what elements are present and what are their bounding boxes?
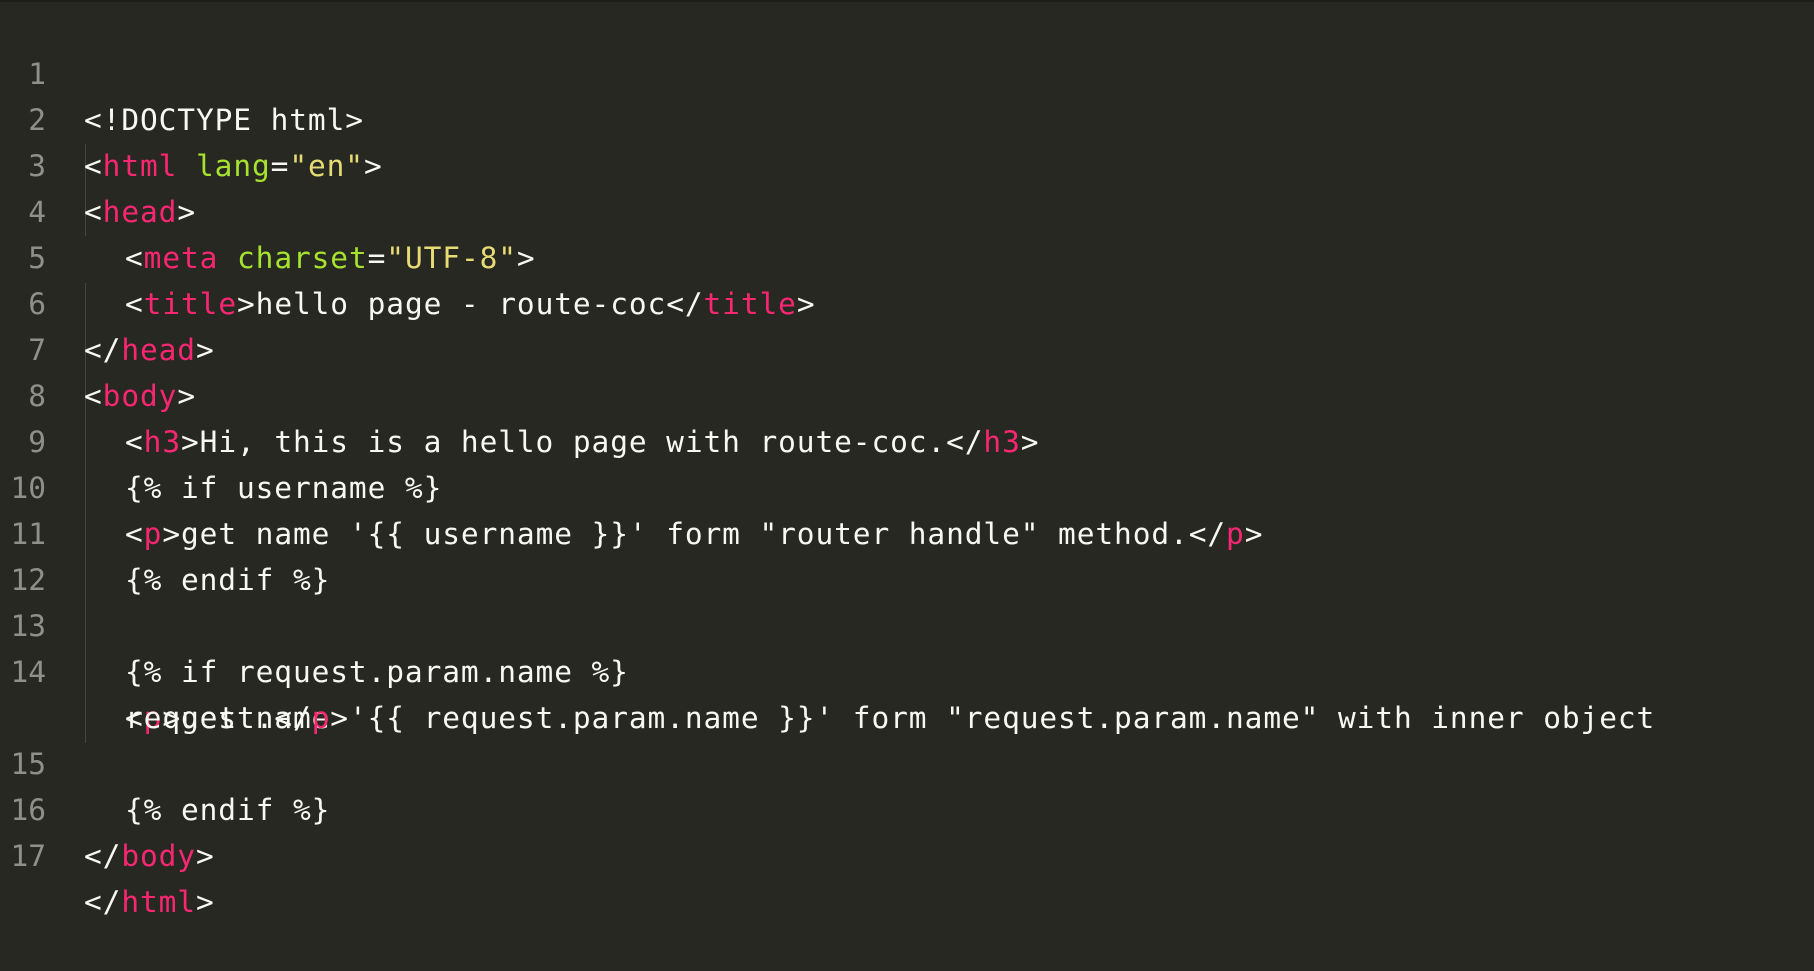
text-token: Hi, this is a hello page with route-coc. <box>199 425 947 459</box>
bracket-token: > <box>796 287 816 321</box>
code-line-10[interactable]: 10 <p>get name '{{ username }}' form "ro… <box>0 419 1262 551</box>
bracket-token: > <box>181 425 200 459</box>
bracket-token: </ <box>274 701 312 735</box>
code-line-16[interactable]: 16 </body> <box>0 741 213 873</box>
bracket-token: </ <box>666 287 704 321</box>
line-code: <title>hello page - route-coc</title> <box>125 281 816 327</box>
bracket-token: > <box>162 517 182 551</box>
code-line-6[interactable]: 6 </head> <box>0 235 214 367</box>
code-line-11[interactable]: 11 {% endif %} <box>0 465 329 597</box>
tag-token: p <box>143 517 163 551</box>
line-code: <!DOCTYPE html> <box>84 97 364 143</box>
bracket-token: </ <box>84 885 122 919</box>
code-line-7[interactable]: 7 <body> <box>0 281 195 413</box>
editor-top-border <box>0 0 1814 2</box>
bracket-token: > <box>236 287 256 321</box>
text-token: hello page - route-coc <box>255 287 667 321</box>
bracket-token: < <box>84 379 103 413</box>
line-code: {% endif %} <box>125 557 330 603</box>
code-line-15[interactable]: 15 {% endif %} <box>0 695 329 827</box>
line-code: {% endif %} <box>125 787 330 833</box>
line-code: </body> <box>84 833 215 879</box>
line-code: {% if request.param.name %} <box>125 649 629 695</box>
code-line-1[interactable]: 1 <!DOCTYPE html> <box>0 5 363 137</box>
bracket-token: < <box>125 287 144 321</box>
string-token: "en" <box>289 149 364 183</box>
bracket-token: </ <box>1188 517 1227 551</box>
line-code: <h3>Hi, this is a hello page with route-… <box>125 419 1039 465</box>
code-line-3[interactable]: 3 <head> <box>0 97 195 229</box>
code-line-14-wrap[interactable]: request.</p> <box>0 649 348 735</box>
line-code: <head> <box>84 189 196 235</box>
template-token: {% if username %} <box>125 471 443 505</box>
code-line-13[interactable]: 13 {% if request.param.name %} <box>0 557 627 689</box>
bracket-token: < <box>125 425 144 459</box>
tag-token: html <box>102 149 178 183</box>
bracket-token: > <box>195 839 215 873</box>
bracket-token: > <box>195 885 215 919</box>
tag-token: html <box>121 885 196 919</box>
bracket-token: > <box>1020 425 1040 459</box>
code-line-9[interactable]: 9 {% if username %} <box>0 373 441 505</box>
template-token: {% if request.param.name %} <box>125 655 629 689</box>
tag-token: meta <box>143 241 219 275</box>
bracket-token: </ <box>946 425 984 459</box>
code-line-12[interactable]: 12 <box>0 511 71 597</box>
template-token: {% endif %} <box>125 793 331 827</box>
bracket-token: > <box>177 195 196 229</box>
tag-token: p <box>1226 517 1245 551</box>
eq-token: = <box>270 149 290 183</box>
bracket-token: > <box>516 241 536 275</box>
eq-token: = <box>367 241 387 275</box>
line-number: 17 <box>10 839 46 873</box>
code-line-4[interactable]: 4 <meta charset="UTF-8"> <box>0 143 534 275</box>
bracket-token: > <box>177 379 196 413</box>
bracket-token: </ <box>84 333 122 367</box>
tag-token: title <box>143 287 237 321</box>
line-code: <html lang="en"> <box>84 143 383 189</box>
tag-token: p <box>311 701 331 735</box>
text-token: get name '{{ username }}' form "router h… <box>181 517 1189 551</box>
doctype-token: <!DOCTYPE html> <box>84 103 364 137</box>
bracket-token: < <box>125 517 144 551</box>
bracket-token: > <box>363 149 383 183</box>
line-code: <p>get name '{{ username }}' form "route… <box>125 511 1263 557</box>
code-editor[interactable]: 1 <!DOCTYPE html> 2 <html lang="en"> 3 <… <box>0 0 1814 919</box>
code-line-14[interactable]: 14 <p>get name '{{ request.param.name }}… <box>0 603 1654 735</box>
line-code: </head> <box>84 327 215 373</box>
line-code: request.</p> <box>125 695 349 741</box>
line-code: <p>get name '{{ request.param.name }}' f… <box>125 695 1655 741</box>
tag-token: head <box>102 195 178 229</box>
tag-token: head <box>121 333 196 367</box>
code-line-5[interactable]: 5 <title>hello page - route-coc</title> <box>0 189 814 321</box>
tag-token: h3 <box>983 425 1021 459</box>
attr-token: charset <box>237 241 368 275</box>
code-line-8[interactable]: 8 <h3>Hi, this is a hello page with rout… <box>0 327 1038 459</box>
tag-token: body <box>121 839 196 873</box>
bracket-token: > <box>1244 517 1264 551</box>
bracket-token: < <box>84 149 103 183</box>
attr-token: lang <box>196 149 271 183</box>
line-code: <body> <box>84 373 196 419</box>
code-line-17[interactable]: 17 </html> <box>0 787 213 919</box>
tag-token: h3 <box>143 425 181 459</box>
text-token: get name '{{ request.param.name }}' form… <box>181 701 1656 735</box>
template-token: {% endif %} <box>125 563 331 597</box>
bracket-token: < <box>125 241 144 275</box>
bracket-token: > <box>330 701 349 735</box>
string-token: "UTF-8" <box>386 241 517 275</box>
tag-token: body <box>102 379 178 413</box>
bracket-token: </ <box>84 839 122 873</box>
line-code: {% if username %} <box>125 465 442 511</box>
bracket-token: < <box>84 195 103 229</box>
code-line-2[interactable]: 2 <html lang="en"> <box>0 51 382 183</box>
line-code: </html> <box>84 879 215 925</box>
tag-token: title <box>703 287 797 321</box>
text-token: request. <box>125 701 275 735</box>
line-code: <meta charset="UTF-8"> <box>125 235 536 281</box>
bracket-token: > <box>195 333 215 367</box>
